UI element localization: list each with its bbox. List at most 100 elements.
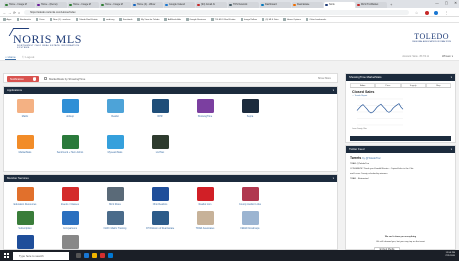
chrome-icon[interactable] — [100, 253, 105, 258]
app-tile[interactable]: MyLearnStats — [100, 135, 130, 154]
windows-start-icon[interactable] — [4, 253, 9, 258]
user-menu[interactable]: Whoam ▾ — [442, 55, 453, 58]
taskbar-search-input[interactable]: Type here to search — [13, 251, 69, 260]
applications-header[interactable]: Applications ▾ — [4, 87, 337, 94]
closed-sales-chart[interactable]: Closed Sales — Trends Report Lucas Count… — [350, 89, 406, 134]
chart-footnote: Lucas County, Ohio — [352, 128, 367, 130]
tile-label: Subscription — [18, 226, 32, 230]
tile-icon — [16, 235, 34, 249]
tab-price[interactable]: Price — [375, 83, 401, 87]
bookmark-item[interactable]: Google Business — [186, 18, 206, 21]
app-tile[interactable]: County Auditor Links — [235, 187, 265, 206]
tile-label: MarketStats — [18, 150, 32, 154]
browser-tab-strip: Home - Image M Home - (Demo) Home - Image … — [0, 0, 459, 8]
profile-avatar[interactable] — [434, 10, 438, 15]
bookmark-item[interactable]: Image/Yellow — [240, 18, 257, 21]
nav-logout[interactable]: ⎋ Logout — [22, 55, 34, 59]
menu-icon[interactable]: ⋮ — [445, 11, 449, 15]
bookmark-item[interactable]: Other bookmarks — [305, 18, 326, 21]
toledo-logo[interactable]: TOLEDO REGIONAL ASSOCIATION OF REALTORS — [412, 32, 451, 43]
bookmark-item[interactable]: Drive — [35, 18, 45, 21]
app-tile[interactable]: Matrix — [10, 99, 40, 118]
app-tile[interactable]: Subscription — [10, 211, 40, 230]
tile-icon — [241, 99, 259, 113]
tile-icon — [151, 99, 169, 113]
app-tile[interactable]: MLS Rules — [100, 187, 130, 206]
tab-sales[interactable]: Sales — [350, 83, 376, 87]
bookmark-item[interactable]: My View for Toledo — [137, 18, 159, 21]
showingtime-header[interactable]: ShowingTime MarketStats ▾ — [346, 74, 455, 81]
app-tile[interactable]: Realtor.com — [190, 187, 220, 206]
app-tile[interactable]: Events / Classes — [55, 187, 85, 206]
member-services-header[interactable]: Member Services ▾ — [4, 175, 337, 182]
app-tile[interactable]: Realist — [100, 99, 130, 118]
bookmark-item[interactable]: Apps — [3, 18, 12, 21]
app-tile[interactable]: Ohio Realtors — [145, 187, 175, 206]
close-icon[interactable]: ✕ — [454, 1, 457, 5]
bookmark-item[interactable]: wabi.org — [102, 18, 114, 21]
bookmark-icon — [16, 18, 19, 21]
app-tile[interactable]: ShowingTime — [190, 99, 220, 118]
star-icon[interactable]: ☆ — [415, 11, 418, 15]
noris-logo[interactable]: NORIS MLS NORTHWEST OHIO REAL ESTATE INF… — [8, 28, 82, 49]
app-tile[interactable]: NAR / Matrix Training — [100, 211, 130, 230]
app-tile[interactable]: SentriLock + Hern Admin — [55, 135, 85, 154]
edge-icon[interactable] — [84, 253, 89, 258]
nav-home[interactable]: ⌂ Home — [5, 55, 16, 60]
bookmark-item[interactable]: TOLEDO Real Estate — [211, 18, 236, 21]
tile-icon — [16, 187, 34, 201]
bookmark-item[interactable]: Facebook — [119, 18, 132, 21]
tile-icon — [196, 187, 214, 201]
market-stats-checkbox[interactable] — [44, 77, 47, 81]
tile-label: FEMA Floodmaps — [240, 226, 260, 230]
minimize-icon[interactable]: — — [435, 1, 439, 5]
app-tile[interactable]: dotloop — [55, 99, 85, 118]
extension-icon[interactable] — [425, 10, 429, 15]
reload-icon[interactable]: ⟳ — [13, 11, 16, 15]
app-tile[interactable]: MarketStats — [10, 135, 40, 154]
tab-label: Home - Image M — [73, 2, 91, 6]
bookmark-item[interactable]: Bookmarks — [16, 18, 31, 21]
show-more-link[interactable]: Show More — [318, 77, 331, 80]
notification-button[interactable]: Notification 2 — [7, 76, 39, 82]
bookmark-icon — [305, 18, 309, 21]
app-tile[interactable]: RPR — [145, 99, 175, 118]
file-explorer-icon[interactable] — [92, 253, 97, 258]
bookmark-icon — [49, 18, 53, 21]
tab-map[interactable]: Map — [425, 83, 451, 87]
bookmark-item[interactable]: New (1) - worksac — [49, 18, 71, 21]
member-services-panel: Member Services ▾ Education Resources Eve… — [3, 174, 338, 254]
chevron-down-icon[interactable]: ▾ — [451, 146, 452, 153]
app-tile[interactable]: TRAR Associates — [190, 211, 220, 230]
bookmark-item[interactable]: Toledo Real Estate — [75, 18, 98, 21]
tab-label: Home - (Demo) — [41, 2, 58, 6]
app-tile[interactable]: Education Resources — [10, 187, 40, 206]
bookmark-item[interactable]: Home Options — [283, 18, 301, 21]
tile-icon — [16, 211, 34, 225]
address-bar[interactable]: https://toledo.norismls.com/Home/Index — [24, 9, 409, 16]
app-tile[interactable]: Comparisons — [55, 211, 85, 230]
twitter-header[interactable]: Twitter Feed ▾ — [346, 146, 455, 153]
mail-icon[interactable] — [108, 253, 113, 258]
back-icon[interactable]: ← — [3, 11, 7, 15]
app-tile[interactable]: FEMA Floodmaps — [235, 211, 265, 230]
chevron-down-icon[interactable]: ▾ — [333, 175, 334, 182]
system-clock[interactable]: 12:55 PM 7/21/2020 — [445, 252, 455, 258]
maximize-icon[interactable]: ▢ — [445, 1, 448, 5]
chevron-down-icon[interactable]: ▾ — [333, 87, 334, 94]
tile-icon — [196, 211, 214, 225]
bookmark-item[interactable]: (3) MLS Data — [261, 18, 278, 21]
app-tile[interactable]: ListTrac — [145, 135, 175, 154]
bookmark-item[interactable]: AdWords Ads — [164, 18, 181, 21]
app-tile[interactable]: Supra — [235, 99, 265, 118]
task-view-icon[interactable] — [76, 253, 81, 258]
tile-label: SentriLock + Hern Admin — [56, 150, 84, 154]
bookmark-icon — [211, 18, 214, 21]
bookmark-icon — [164, 18, 167, 21]
forward-icon[interactable]: → — [8, 11, 12, 15]
app-tile[interactable]: OH Division of Real Estate — [145, 211, 175, 230]
tab-supply[interactable]: Supply — [400, 83, 426, 87]
home-icon[interactable]: ⌂ — [18, 11, 20, 15]
chevron-down-icon[interactable]: ▾ — [451, 74, 452, 81]
tile-label: RPR — [157, 114, 163, 118]
